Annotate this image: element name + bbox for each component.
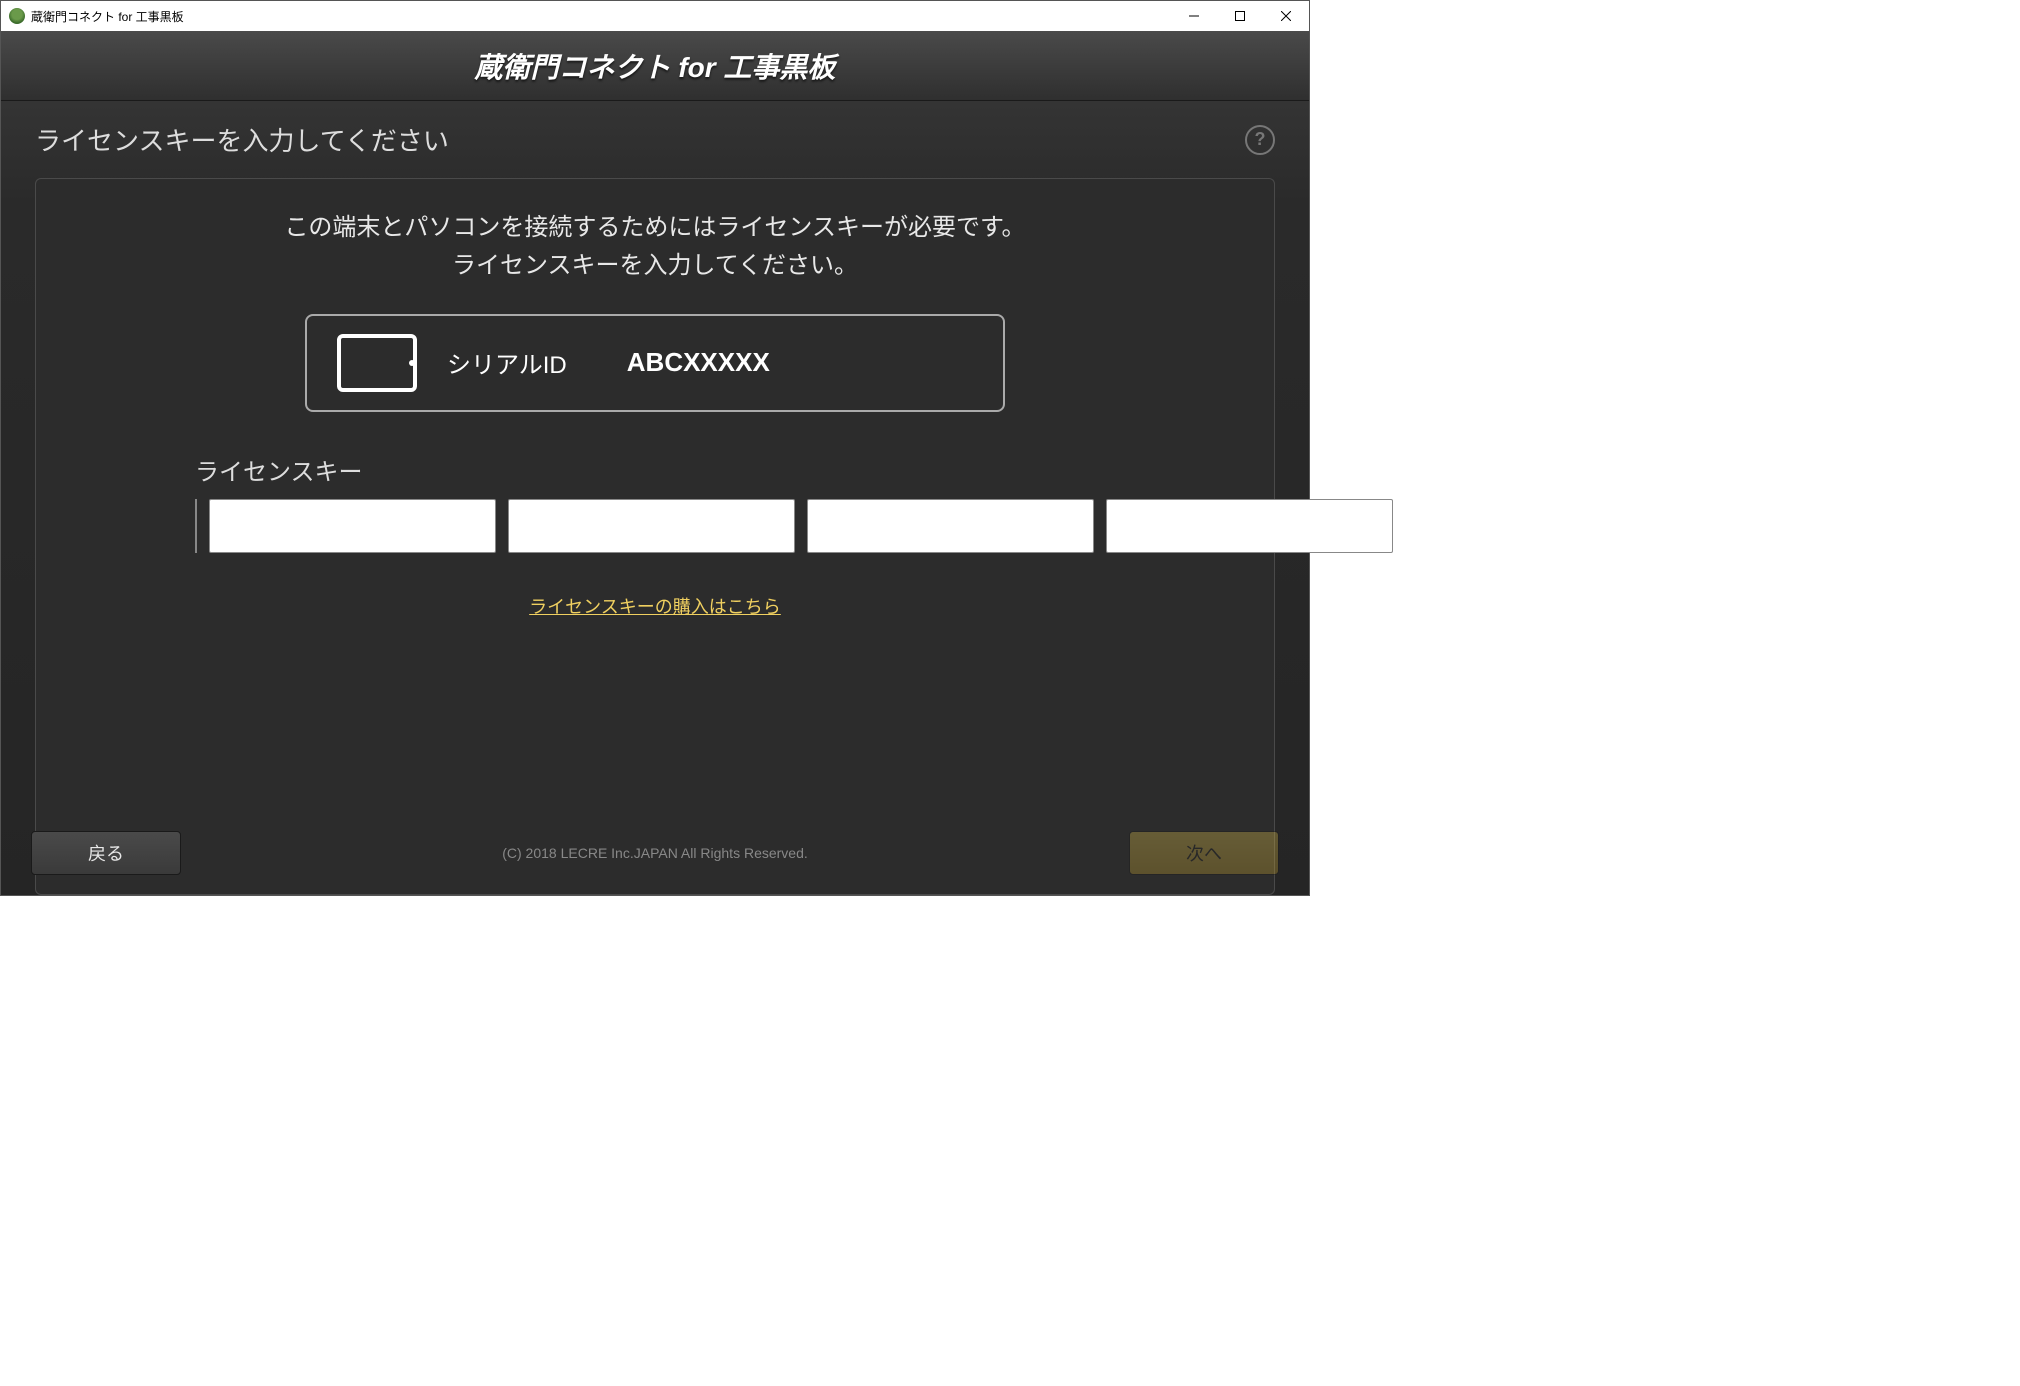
maximize-button[interactable] bbox=[1217, 1, 1263, 31]
license-card-image: 蔵衛門工事黒板 ライセンスキー bbox=[195, 499, 197, 553]
license-card-text2: ライセンスキー bbox=[195, 536, 197, 553]
license-key-inputs: 蔵衛門工事黒板 ライセンスキー bbox=[195, 499, 1115, 553]
back-button-label: 戻る bbox=[88, 840, 124, 866]
license-section: ライセンスキー 蔵衛門工事黒板 ライセンスキー ライセンスキーの購入 bbox=[195, 452, 1115, 619]
page-title: ライセンスキーを入力してください bbox=[35, 121, 1245, 158]
instruction-line1: この端末とパソコンを接続するためにはライセンスキーが必要です。 bbox=[86, 209, 1224, 247]
app-body: 蔵衛門コネクト for 工事黒板 ライセンスキーを入力してください ? この端末… bbox=[1, 31, 1309, 895]
main-panel: この端末とパソコンを接続するためにはライセンスキーが必要です。 ライセンスキーを… bbox=[35, 178, 1275, 895]
instruction-text: この端末とパソコンを接続するためにはライセンスキーが必要です。 ライセンスキーを… bbox=[86, 209, 1224, 286]
license-key-input-2[interactable] bbox=[508, 499, 795, 553]
app-header: 蔵衛門コネクト for 工事黒板 bbox=[1, 31, 1309, 101]
close-button[interactable] bbox=[1263, 1, 1309, 31]
license-key-input-3[interactable] bbox=[807, 499, 1094, 553]
next-button-label: 次へ bbox=[1186, 840, 1222, 866]
license-key-input-1[interactable] bbox=[209, 499, 496, 553]
page-content: ライセンスキーを入力してください ? この端末とパソコンを接続するためにはライセ… bbox=[1, 101, 1309, 895]
instruction-line2: ライセンスキーを入力してください。 bbox=[86, 247, 1224, 285]
serial-id-box: シリアルID ABCXXXXX bbox=[305, 314, 1005, 412]
license-key-input-4[interactable] bbox=[1106, 499, 1393, 553]
app-icon bbox=[9, 8, 25, 24]
serial-id-label: シリアルID bbox=[447, 345, 567, 380]
window-controls bbox=[1171, 1, 1309, 31]
app-window: 蔵衛門コネクト for 工事黒板 蔵衛門コネクト for 工事黒板 ライセンスキ… bbox=[0, 0, 1310, 896]
titlebar: 蔵衛門コネクト for 工事黒板 bbox=[1, 1, 1309, 31]
next-button[interactable]: 次へ bbox=[1129, 831, 1279, 875]
window-title: 蔵衛門コネクト for 工事黒板 bbox=[31, 8, 1171, 25]
back-button[interactable]: 戻る bbox=[31, 831, 181, 875]
purchase-link-row: ライセンスキーの購入はこちら bbox=[195, 593, 1115, 619]
minimize-button[interactable] bbox=[1171, 1, 1217, 31]
license-key-label: ライセンスキー bbox=[195, 452, 1115, 487]
tablet-icon bbox=[337, 334, 417, 392]
help-icon[interactable]: ? bbox=[1245, 125, 1275, 155]
footer: 戻る (C) 2018 LECRE Inc.JAPAN All Rights R… bbox=[31, 831, 1279, 875]
copyright-text: (C) 2018 LECRE Inc.JAPAN All Rights Rese… bbox=[181, 845, 1129, 861]
license-card-text1: 蔵衛門工事黒板 bbox=[195, 499, 197, 536]
purchase-license-link[interactable]: ライセンスキーの購入はこちら bbox=[529, 597, 781, 617]
page-title-row: ライセンスキーを入力してください ? bbox=[35, 121, 1275, 158]
serial-id-value: ABCXXXXX bbox=[627, 347, 770, 378]
app-header-title: 蔵衛門コネクト for 工事黒板 bbox=[475, 46, 836, 86]
